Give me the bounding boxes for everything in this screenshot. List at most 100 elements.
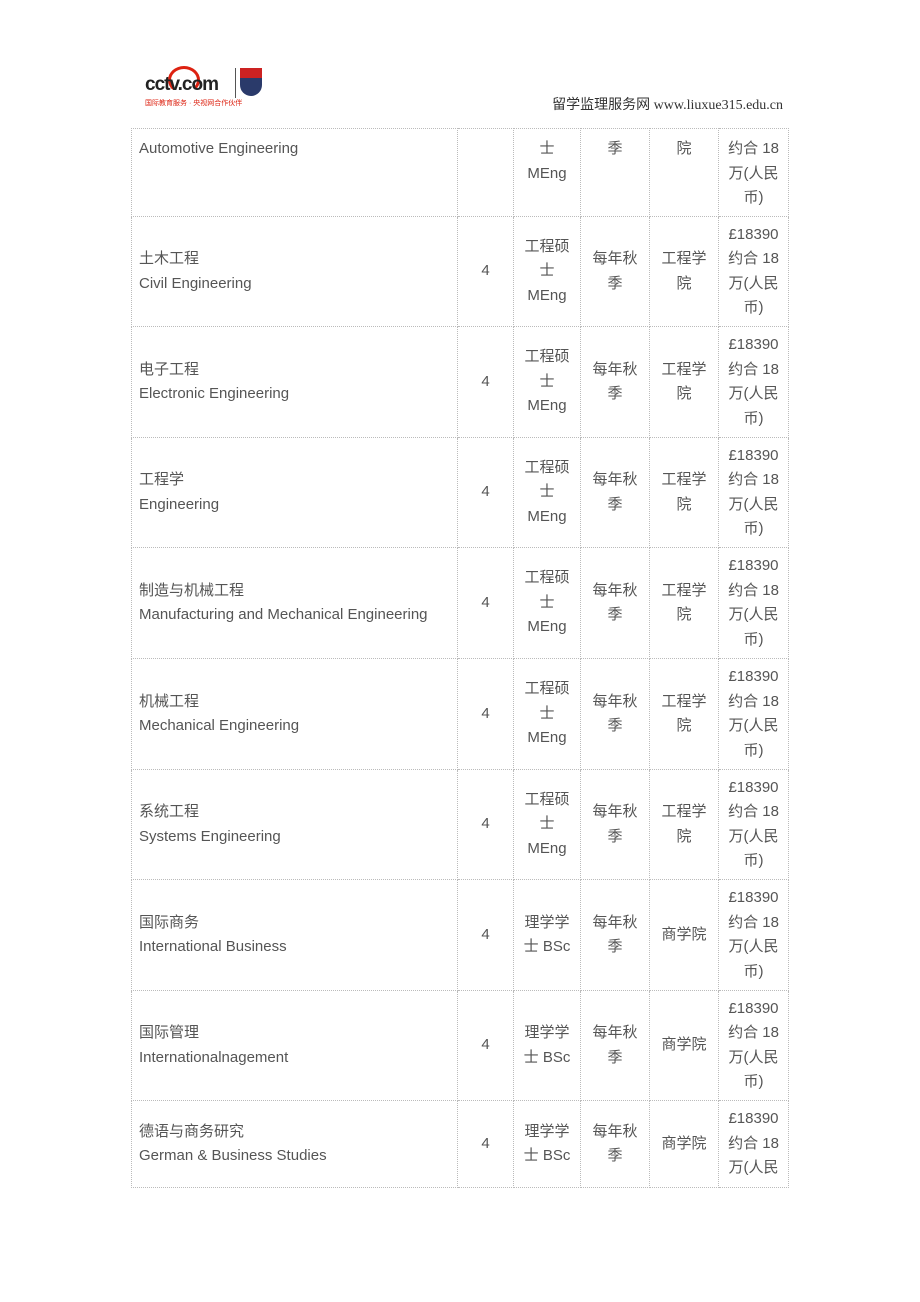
- course-name-line: 系统工程: [139, 803, 200, 820]
- tuition-fee-line: 万(人民: [728, 938, 779, 955]
- degree-line: 工程硕: [524, 569, 570, 587]
- cell-duration: [457, 128, 514, 217]
- tuition-fee-line: £18390: [728, 778, 779, 796]
- school-line: 院: [676, 140, 692, 157]
- intake-line: 每年秋: [592, 803, 638, 820]
- school-line: 工程学: [661, 471, 707, 488]
- course-name-line: German & Business Studies: [139, 1147, 327, 1164]
- course-name-line: Manufacturing and Mechanical Engineering: [139, 606, 428, 623]
- degree-line: 士: [539, 140, 555, 157]
- course-name-line: 机械工程: [139, 692, 200, 710]
- tuition-fee-line: 万(人民: [728, 1159, 779, 1177]
- cell-course-name: 国际商务 International Business: [131, 879, 458, 991]
- tuition-fee-line: 币): [743, 741, 764, 759]
- degree-line: 士 BSc: [523, 938, 571, 955]
- cell-duration: 4: [457, 437, 514, 548]
- degree-line: 理学学: [524, 1024, 570, 1041]
- table-row: 国际管理 Internationalnagement 4 理学学士 BSc 每年秋季商学…: [131, 990, 789, 1101]
- cell-degree: 理学学士 BSc: [513, 990, 581, 1101]
- duration-line: 4: [481, 483, 490, 501]
- cell-duration: 4: [457, 658, 514, 770]
- cell-degree: 工程硕士 MEng: [513, 216, 581, 327]
- tuition-fee-line: £18390: [728, 225, 779, 243]
- table-row: 系统工程 Systems Engineering 4 工程硕士 MEng 每年秋季工程学院…: [131, 769, 789, 880]
- cell-degree: 工程硕士 MEng: [513, 437, 581, 548]
- intake-line: 季: [607, 606, 623, 623]
- duration-line: 4: [481, 1036, 490, 1054]
- cell-tuition-fee: £18390 约合 18 万(人民 币): [718, 879, 789, 991]
- degree-line: MEng: [527, 839, 567, 857]
- intake-line: 季: [607, 717, 623, 734]
- tuition-fee-line: 万(人民: [728, 1048, 779, 1066]
- cell-school: 工程学院: [649, 547, 719, 659]
- cell-intake: 每年秋季: [580, 326, 650, 438]
- degree-line: 士: [539, 704, 555, 722]
- cell-tuition-fee: £18390 约合 18 万(人民 币): [718, 326, 789, 438]
- school-line: 工程学: [661, 803, 707, 820]
- tuition-fee-line: 约合 18: [728, 140, 779, 157]
- course-name-line: Electronic Engineering: [139, 385, 290, 402]
- degree-line: MEng: [527, 729, 567, 747]
- tuition-fee-line: 约合 18: [728, 250, 779, 267]
- tuition-fee-line: 约合 18: [728, 581, 779, 599]
- cell-course-name: 系统工程 Systems Engineering: [131, 769, 458, 880]
- cell-course-name: 机械工程 Mechanical Engineering: [131, 658, 458, 770]
- course-name-line: 国际商务: [139, 913, 200, 931]
- cell-course-name: 工程学 Engineering: [131, 437, 458, 548]
- tuition-fee-line: 币): [743, 962, 764, 980]
- degree-line: MEng: [527, 618, 567, 636]
- school-line: 商学院: [661, 1036, 707, 1054]
- cell-degree: 工程硕士 MEng: [513, 547, 581, 659]
- table-row: 制造与机械工程 Manufacturing and Mechanical Engi…: [131, 547, 789, 659]
- degree-line: 士 BSc: [523, 1048, 571, 1066]
- cell-intake: 每年秋季: [580, 1100, 650, 1188]
- cell-duration: 4: [457, 1100, 514, 1188]
- table-row: 机械工程 Mechanical Engineering 4 工程硕士 MEng 每年秋季工…: [131, 658, 789, 770]
- degree-line: 士: [539, 815, 555, 833]
- table-row: 工程学 Engineering 4 工程硕士 MEng 每年秋季工程学院 £18390 约合 …: [131, 437, 789, 548]
- intake-line: 季: [607, 385, 623, 402]
- school-line: 工程学: [661, 360, 707, 378]
- cell-tuition-fee: £18390 约合 18 万(人民 币): [718, 769, 789, 880]
- cell-duration: 4: [457, 547, 514, 659]
- tuition-fee-line: 万(人民: [728, 717, 779, 734]
- cell-intake: 季: [580, 128, 650, 217]
- degree-line: 士: [539, 262, 555, 280]
- tuition-fee-line: 约合 18: [728, 360, 779, 378]
- duration-line: 4: [481, 925, 490, 943]
- tuition-fee-line: 约合 18: [728, 1134, 779, 1152]
- course-name-line: 德语与商务研究: [139, 1122, 245, 1140]
- school-line: 工程学: [661, 250, 707, 267]
- intake-line: 季: [607, 1048, 623, 1066]
- duration-line: 4: [481, 1134, 490, 1152]
- cell-intake: 每年秋季: [580, 769, 650, 880]
- cell-school: 院: [649, 128, 719, 217]
- course-name-line: 制造与机械工程: [139, 581, 245, 599]
- tuition-fee-line: £18390: [728, 999, 779, 1017]
- shield-icon: [240, 68, 262, 96]
- cell-course-name: 德语与商务研究 German & Business Studies: [131, 1100, 458, 1188]
- school-line: 院: [676, 827, 692, 845]
- cell-intake: 每年秋季: [580, 547, 650, 659]
- tuition-fee-line: 币): [743, 409, 764, 427]
- cell-degree: 士 MEng: [513, 128, 581, 217]
- cell-course-name: 国际管理 Internationalnagement: [131, 990, 458, 1101]
- intake-line: 每年秋: [592, 471, 638, 488]
- intake-line: 每年秋: [592, 692, 638, 710]
- degree-line: 工程硕: [524, 348, 570, 366]
- tuition-fee-line: 万(人民: [728, 274, 779, 292]
- degree-line: 士 BSc: [523, 1147, 571, 1164]
- degree-line: MEng: [527, 164, 567, 182]
- cell-course-name: Automotive Engineering: [131, 128, 458, 217]
- school-line: 院: [676, 385, 692, 402]
- cell-intake: 每年秋季: [580, 990, 650, 1101]
- tuition-fee-line: 约合 18: [728, 1024, 779, 1041]
- tuition-fee-line: £18390: [728, 889, 779, 906]
- cell-school: 商学院: [649, 990, 719, 1101]
- degree-line: 工程硕: [524, 237, 570, 255]
- course-name-line: 国际管理: [139, 1024, 200, 1041]
- site-name: 留学监理服务网 www.liuxue315.edu.cn: [552, 98, 783, 113]
- school-line: 商学院: [661, 925, 707, 943]
- degree-line: MEng: [527, 397, 567, 415]
- tuition-fee-line: 币): [743, 299, 764, 316]
